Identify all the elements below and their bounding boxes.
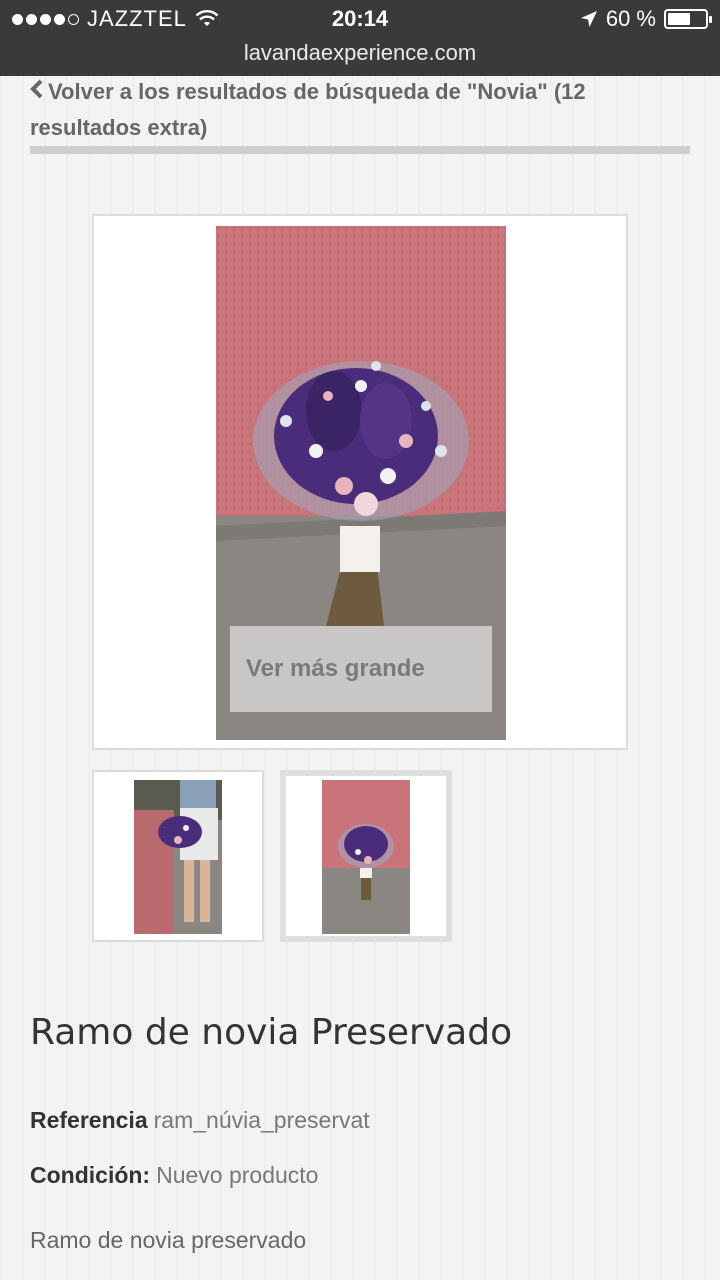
- status-bar: JAZZTEL 20:14 60 % lavandaexperience.com: [0, 0, 720, 76]
- view-larger-button[interactable]: Ver más grande: [230, 626, 492, 712]
- address-bar-url[interactable]: lavandaexperience.com: [0, 40, 720, 66]
- back-to-results-link[interactable]: Volver a los resultados de búsqueda de "…: [30, 74, 680, 146]
- thumbnail-2-selected[interactable]: [280, 770, 452, 942]
- back-link-label: Volver a los resultados de búsqueda de "…: [30, 79, 586, 140]
- condition-value: Nuevo producto: [156, 1162, 319, 1188]
- product-title: Ramo de novia Preservado: [30, 1012, 513, 1053]
- condition-label: Condición:: [30, 1162, 151, 1188]
- chevron-left-icon: [30, 74, 44, 110]
- reference-row: Referencia ram_núvia_preservat: [30, 1107, 370, 1134]
- thumbnail-2-image: [322, 780, 410, 934]
- reference-value: ram_núvia_preservat: [153, 1107, 370, 1133]
- reference-label: Referencia: [30, 1107, 148, 1133]
- thumbnail-1-image: [134, 780, 222, 934]
- battery-icon: [664, 9, 712, 29]
- location-arrow-icon: [580, 11, 597, 27]
- main-image-frame[interactable]: Ver más grande: [92, 214, 628, 750]
- battery-percent: 60 %: [605, 6, 656, 31]
- thumbnail-1[interactable]: [92, 770, 264, 942]
- product-description: Ramo de novia preservado: [30, 1227, 307, 1253]
- condition-row: Condición: Nuevo producto: [30, 1162, 318, 1189]
- divider: [30, 146, 690, 154]
